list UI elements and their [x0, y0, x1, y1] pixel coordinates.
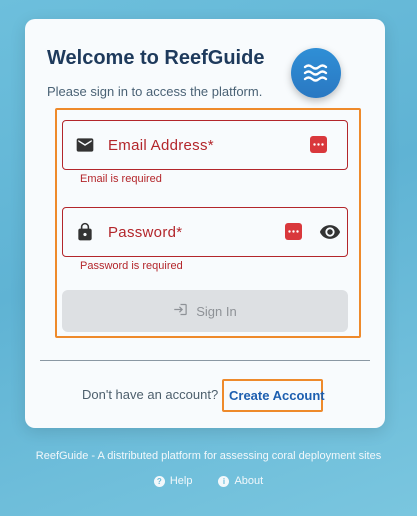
password-manager-icon[interactable] — [310, 136, 327, 153]
footer-tagline: ReefGuide - A distributed platform for a… — [35, 450, 382, 462]
help-icon: ? — [153, 475, 165, 487]
help-label: Help — [169, 475, 193, 487]
footer-links: ? Help i About — [0, 475, 417, 487]
help-link[interactable]: ? Help — [153, 475, 193, 487]
page-title: Welcome to ReefGuide — [47, 47, 265, 69]
signup-prompt: Don't have an account? — [82, 387, 219, 402]
email-field[interactable]: Email Address* — [62, 120, 348, 170]
email-error: Email is required — [80, 173, 162, 185]
email-label: Email Address* — [108, 137, 214, 154]
password-error: Password is required — [80, 260, 183, 272]
info-icon: i — [218, 475, 230, 487]
create-account-link[interactable]: Create Account — [229, 388, 325, 403]
divider — [40, 360, 370, 361]
login-icon — [173, 302, 188, 320]
eye-icon[interactable] — [319, 221, 341, 243]
lock-icon — [75, 222, 95, 242]
password-manager-icon[interactable] — [285, 223, 302, 240]
about-label: About — [234, 475, 264, 487]
mail-icon — [75, 135, 95, 155]
signin-button[interactable]: Sign In — [62, 290, 348, 332]
signin-label: Sign In — [196, 303, 237, 319]
login-card: Welcome to ReefGuide Please sign in to a… — [25, 19, 385, 428]
page-subtitle: Please sign in to access the platform. — [47, 84, 263, 99]
waves-icon — [291, 48, 341, 98]
password-field[interactable]: Password* — [62, 207, 348, 257]
password-label: Password* — [108, 224, 183, 241]
about-link[interactable]: i About — [218, 475, 263, 487]
